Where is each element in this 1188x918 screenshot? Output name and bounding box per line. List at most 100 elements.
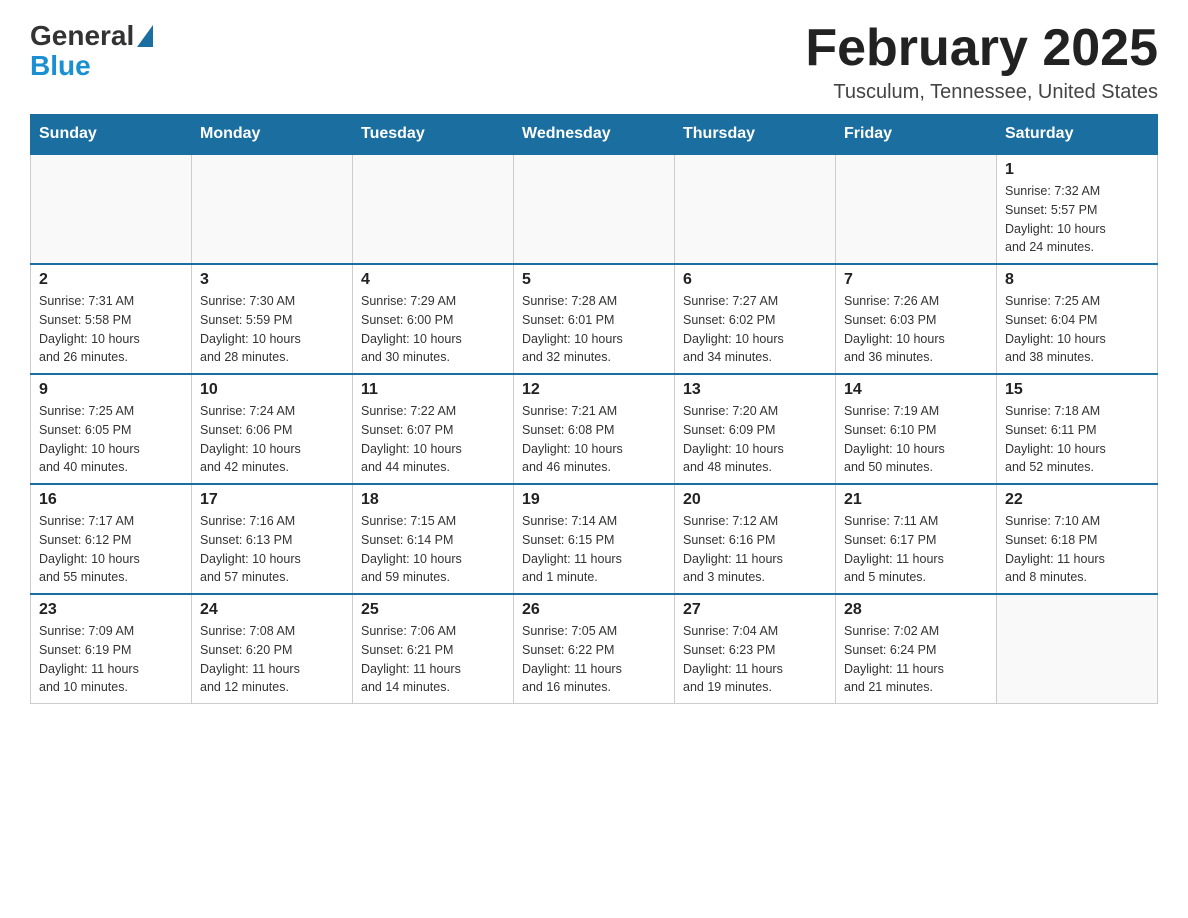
day-number: 4 xyxy=(361,271,505,289)
calendar-week-row: 2 Sunrise: 7:31 AM Sunset: 5:58 PM Daylig… xyxy=(31,264,1158,374)
calendar-day-cell xyxy=(836,154,997,264)
day-sun-info: Sunrise: 7:20 AM Sunset: 6:09 PM Dayligh… xyxy=(683,402,827,477)
day-sun-info: Sunrise: 7:17 AM Sunset: 6:12 PM Dayligh… xyxy=(39,512,183,587)
day-number: 8 xyxy=(1005,271,1149,289)
calendar-day-cell: 1 Sunrise: 7:32 AM Sunset: 5:57 PM Daylig… xyxy=(997,154,1158,264)
calendar-day-cell: 27 Sunrise: 7:04 AM Sunset: 6:23 PM Dayli… xyxy=(675,594,836,704)
day-number: 13 xyxy=(683,381,827,399)
calendar-week-row: 16 Sunrise: 7:17 AM Sunset: 6:12 PM Dayli… xyxy=(31,484,1158,594)
day-sun-info: Sunrise: 7:32 AM Sunset: 5:57 PM Dayligh… xyxy=(1005,182,1149,257)
calendar-day-cell: 8 Sunrise: 7:25 AM Sunset: 6:04 PM Daylig… xyxy=(997,264,1158,374)
day-number: 20 xyxy=(683,491,827,509)
month-title: February 2025 xyxy=(805,20,1158,77)
day-number: 11 xyxy=(361,381,505,399)
calendar-day-cell: 24 Sunrise: 7:08 AM Sunset: 6:20 PM Dayli… xyxy=(192,594,353,704)
location-subtitle: Tusculum, Tennessee, United States xyxy=(805,81,1158,104)
calendar-week-row: 23Sunrise: 7:09 AM Sunset: 6:19 PM Dayli… xyxy=(31,594,1158,704)
logo: General Blue xyxy=(30,20,153,82)
day-of-week-header: Monday xyxy=(192,115,353,155)
calendar-day-cell: 2 Sunrise: 7:31 AM Sunset: 5:58 PM Daylig… xyxy=(31,264,192,374)
day-of-week-header: Thursday xyxy=(675,115,836,155)
calendar-day-cell: 6 Sunrise: 7:27 AM Sunset: 6:02 PM Daylig… xyxy=(675,264,836,374)
calendar-day-cell: 26Sunrise: 7:05 AM Sunset: 6:22 PM Dayli… xyxy=(514,594,675,704)
title-block: February 2025 Tusculum, Tennessee, Unite… xyxy=(805,20,1158,104)
calendar-day-cell xyxy=(353,154,514,264)
day-number: 2 xyxy=(39,271,183,289)
day-sun-info: Sunrise: 7:11 AM Sunset: 6:17 PM Dayligh… xyxy=(844,512,988,587)
calendar-day-cell: 28 Sunrise: 7:02 AM Sunset: 6:24 PM Dayli… xyxy=(836,594,997,704)
day-number: 10 xyxy=(200,381,344,399)
day-number: 16 xyxy=(39,491,183,509)
day-sun-info: Sunrise: 7:12 AM Sunset: 6:16 PM Dayligh… xyxy=(683,512,827,587)
day-sun-info: Sunrise: 7:10 AM Sunset: 6:18 PM Dayligh… xyxy=(1005,512,1149,587)
calendar-day-cell xyxy=(31,154,192,264)
calendar-day-cell xyxy=(514,154,675,264)
calendar-day-cell: 13 Sunrise: 7:20 AM Sunset: 6:09 PM Dayli… xyxy=(675,374,836,484)
calendar-header: SundayMondayTuesdayWednesdayThursdayFrid… xyxy=(31,115,1158,155)
day-number: 14 xyxy=(844,381,988,399)
logo-arrow-icon xyxy=(137,25,153,47)
calendar-week-row: 9Sunrise: 7:25 AM Sunset: 6:05 PM Daylig… xyxy=(31,374,1158,484)
calendar-day-cell: 7Sunrise: 7:26 AM Sunset: 6:03 PM Daylig… xyxy=(836,264,997,374)
day-sun-info: Sunrise: 7:25 AM Sunset: 6:05 PM Dayligh… xyxy=(39,402,183,477)
day-sun-info: Sunrise: 7:19 AM Sunset: 6:10 PM Dayligh… xyxy=(844,402,988,477)
calendar-day-cell: 15 Sunrise: 7:18 AM Sunset: 6:11 PM Dayli… xyxy=(997,374,1158,484)
day-number: 25 xyxy=(361,601,505,619)
day-sun-info: Sunrise: 7:15 AM Sunset: 6:14 PM Dayligh… xyxy=(361,512,505,587)
day-number: 27 xyxy=(683,601,827,619)
days-of-week-row: SundayMondayTuesdayWednesdayThursdayFrid… xyxy=(31,115,1158,155)
calendar-day-cell: 11 Sunrise: 7:22 AM Sunset: 6:07 PM Dayli… xyxy=(353,374,514,484)
day-number: 1 xyxy=(1005,161,1149,179)
day-number: 21 xyxy=(844,491,988,509)
day-number: 26 xyxy=(522,601,666,619)
day-number: 7 xyxy=(844,271,988,289)
calendar-table: SundayMondayTuesdayWednesdayThursdayFrid… xyxy=(30,114,1158,704)
day-number: 6 xyxy=(683,271,827,289)
calendar-day-cell: 21 Sunrise: 7:11 AM Sunset: 6:17 PM Dayli… xyxy=(836,484,997,594)
calendar-day-cell: 9Sunrise: 7:25 AM Sunset: 6:05 PM Daylig… xyxy=(31,374,192,484)
day-number: 24 xyxy=(200,601,344,619)
day-number: 28 xyxy=(844,601,988,619)
day-sun-info: Sunrise: 7:04 AM Sunset: 6:23 PM Dayligh… xyxy=(683,622,827,697)
day-of-week-header: Friday xyxy=(836,115,997,155)
calendar-day-cell: 19 Sunrise: 7:14 AM Sunset: 6:15 PM Dayli… xyxy=(514,484,675,594)
day-of-week-header: Saturday xyxy=(997,115,1158,155)
day-sun-info: Sunrise: 7:25 AM Sunset: 6:04 PM Dayligh… xyxy=(1005,292,1149,367)
logo-general-text: General xyxy=(30,20,134,52)
day-sun-info: Sunrise: 7:22 AM Sunset: 6:07 PM Dayligh… xyxy=(361,402,505,477)
calendar-day-cell: 18 Sunrise: 7:15 AM Sunset: 6:14 PM Dayli… xyxy=(353,484,514,594)
calendar-day-cell: 4 Sunrise: 7:29 AM Sunset: 6:00 PM Daylig… xyxy=(353,264,514,374)
day-sun-info: Sunrise: 7:08 AM Sunset: 6:20 PM Dayligh… xyxy=(200,622,344,697)
calendar-day-cell xyxy=(192,154,353,264)
calendar-day-cell xyxy=(675,154,836,264)
calendar-day-cell: 10 Sunrise: 7:24 AM Sunset: 6:06 PM Dayli… xyxy=(192,374,353,484)
day-sun-info: Sunrise: 7:28 AM Sunset: 6:01 PM Dayligh… xyxy=(522,292,666,367)
calendar-week-row: 1 Sunrise: 7:32 AM Sunset: 5:57 PM Daylig… xyxy=(31,154,1158,264)
day-sun-info: Sunrise: 7:30 AM Sunset: 5:59 PM Dayligh… xyxy=(200,292,344,367)
day-number: 17 xyxy=(200,491,344,509)
calendar-day-cell: 17 Sunrise: 7:16 AM Sunset: 6:13 PM Dayli… xyxy=(192,484,353,594)
calendar-body: 1 Sunrise: 7:32 AM Sunset: 5:57 PM Daylig… xyxy=(31,154,1158,704)
day-sun-info: Sunrise: 7:29 AM Sunset: 6:00 PM Dayligh… xyxy=(361,292,505,367)
day-sun-info: Sunrise: 7:02 AM Sunset: 6:24 PM Dayligh… xyxy=(844,622,988,697)
day-sun-info: Sunrise: 7:18 AM Sunset: 6:11 PM Dayligh… xyxy=(1005,402,1149,477)
calendar-day-cell xyxy=(997,594,1158,704)
calendar-day-cell: 16 Sunrise: 7:17 AM Sunset: 6:12 PM Dayli… xyxy=(31,484,192,594)
calendar-day-cell: 22Sunrise: 7:10 AM Sunset: 6:18 PM Dayli… xyxy=(997,484,1158,594)
page-header: General Blue February 2025 Tusculum, Ten… xyxy=(30,20,1158,104)
day-sun-info: Sunrise: 7:16 AM Sunset: 6:13 PM Dayligh… xyxy=(200,512,344,587)
day-sun-info: Sunrise: 7:09 AM Sunset: 6:19 PM Dayligh… xyxy=(39,622,183,697)
day-sun-info: Sunrise: 7:27 AM Sunset: 6:02 PM Dayligh… xyxy=(683,292,827,367)
day-sun-info: Sunrise: 7:14 AM Sunset: 6:15 PM Dayligh… xyxy=(522,512,666,587)
calendar-day-cell: 12Sunrise: 7:21 AM Sunset: 6:08 PM Dayli… xyxy=(514,374,675,484)
calendar-day-cell: 25 Sunrise: 7:06 AM Sunset: 6:21 PM Dayli… xyxy=(353,594,514,704)
calendar-day-cell: 5Sunrise: 7:28 AM Sunset: 6:01 PM Daylig… xyxy=(514,264,675,374)
day-of-week-header: Sunday xyxy=(31,115,192,155)
day-number: 15 xyxy=(1005,381,1149,399)
day-sun-info: Sunrise: 7:06 AM Sunset: 6:21 PM Dayligh… xyxy=(361,622,505,697)
day-number: 19 xyxy=(522,491,666,509)
day-number: 18 xyxy=(361,491,505,509)
day-sun-info: Sunrise: 7:24 AM Sunset: 6:06 PM Dayligh… xyxy=(200,402,344,477)
day-sun-info: Sunrise: 7:31 AM Sunset: 5:58 PM Dayligh… xyxy=(39,292,183,367)
calendar-day-cell: 14 Sunrise: 7:19 AM Sunset: 6:10 PM Dayli… xyxy=(836,374,997,484)
